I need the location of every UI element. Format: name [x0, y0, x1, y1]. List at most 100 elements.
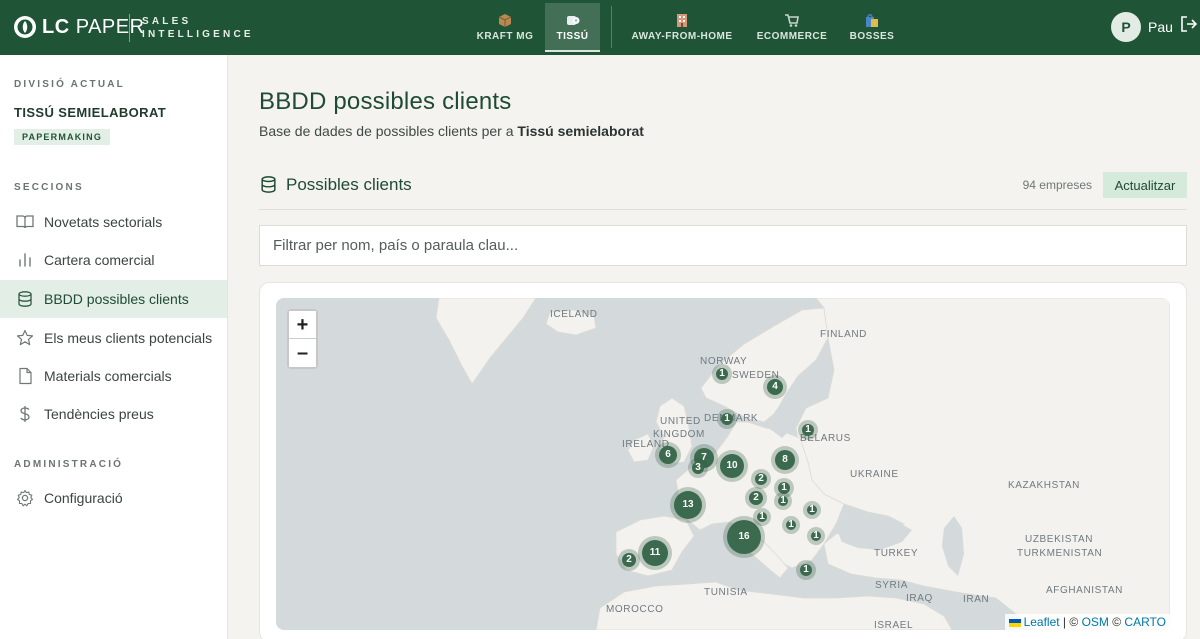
cluster-marker[interactable]: 1 [717, 409, 737, 429]
map-label: MOROCCO [606, 604, 664, 615]
cluster-count: 16 [727, 520, 761, 554]
sidebar-item-configuracio[interactable]: Configuració [0, 479, 227, 517]
map-label: TURKMENISTAN [1017, 548, 1103, 559]
nav-divider [611, 6, 612, 48]
map-label: IRAN [963, 594, 990, 605]
division-tag: PAPERMAKING [14, 129, 111, 145]
company-count: 94 empreses [1022, 178, 1092, 192]
nav-ecommerce[interactable]: ECOMMERCE [750, 3, 834, 52]
cluster-count: 1 [757, 512, 767, 522]
sidebar-item-bbdd[interactable]: BBDD possibles clients [0, 280, 227, 318]
avatar[interactable]: P [1111, 12, 1141, 42]
map-label: UKRAINE [850, 469, 899, 480]
map-label: UZBEKISTAN [1025, 534, 1094, 545]
cluster-count: 8 [775, 450, 795, 470]
user-name: Pau [1148, 19, 1173, 35]
nav-away-from-home[interactable]: AWAY-FROM-HOME [622, 3, 742, 52]
map-label: ISRAEL [874, 620, 914, 630]
box-icon [498, 14, 512, 27]
map-label: TURKEY [874, 548, 919, 559]
map-label: SYRIA [875, 580, 909, 591]
cluster-marker[interactable]: 1 [774, 492, 792, 510]
zoom-control: + – [287, 309, 318, 369]
division-name: TISSÚ SEMIELABORAT [14, 105, 167, 120]
shopping-cart-icon [785, 14, 799, 27]
filter-input[interactable] [259, 225, 1187, 266]
dollar-icon [20, 406, 30, 422]
cluster-count: 1 [721, 413, 733, 425]
top-bar: LC PAPER SALES INTELLIGENCE KRAFT MG TIS… [0, 0, 1200, 55]
cluster-marker[interactable]: 1 [803, 501, 821, 519]
cluster-marker[interactable]: 1 [798, 420, 818, 440]
cluster-marker[interactable]: 1 [807, 527, 825, 545]
cluster-count: 6 [659, 446, 677, 464]
cluster-marker[interactable]: 3 [688, 458, 708, 478]
brand-logo[interactable]: LC PAPER [13, 15, 145, 39]
cluster-count: 1 [811, 531, 821, 541]
division-caption: DIVISIÓ ACTUAL [14, 79, 125, 90]
logo-divider [129, 14, 130, 42]
cluster-count: 10 [720, 454, 744, 478]
gear-icon [16, 489, 34, 507]
sidebar-item-novetats[interactable]: Novetats sectorials [0, 203, 227, 241]
zoom-out-button[interactable]: – [289, 339, 316, 367]
cluster-marker[interactable]: 4 [763, 375, 787, 399]
logout-icon[interactable] [1180, 15, 1198, 33]
map-label: IRAQ [906, 593, 933, 604]
page-title: BBDD possibles clients [259, 88, 512, 115]
map-label: UNITED [660, 416, 701, 427]
cluster-count: 1 [716, 368, 728, 380]
refresh-button[interactable]: Actualitzar [1103, 172, 1187, 198]
cluster-count: 1 [786, 520, 796, 530]
file-icon [19, 367, 32, 385]
cluster-marker[interactable]: 13 [670, 487, 706, 523]
page-subtitle: Base de dades de possibles clients per a… [259, 123, 644, 139]
nav-tissu[interactable]: TISSÚ [545, 3, 600, 52]
clients-map[interactable]: + – ICELAND FINLAND NORWAY SWEDEN UNITED KING… [276, 298, 1170, 630]
leaflet-link[interactable]: Leaflet [1024, 615, 1060, 629]
carto-link[interactable]: CARTO [1124, 615, 1166, 629]
nav-bosses[interactable]: BOSSES [843, 3, 901, 52]
cluster-count: 2 [749, 491, 763, 505]
cluster-marker[interactable]: 1 [796, 560, 816, 580]
cluster-marker[interactable]: 2 [745, 487, 767, 509]
admin-caption: ADMINISTRACIÓ [14, 459, 124, 470]
cluster-marker[interactable]: 1 [712, 364, 732, 384]
bar-chart-icon [19, 253, 31, 267]
cluster-marker[interactable]: 6 [655, 442, 681, 468]
shopping-bag-icon [866, 14, 878, 27]
cluster-count: 13 [674, 491, 702, 519]
cluster-marker[interactable]: 16 [723, 516, 765, 558]
map-card: + – ICELAND FINLAND NORWAY SWEDEN UNITED KING… [259, 282, 1187, 639]
nav-kraft-mg[interactable]: KRAFT MG [468, 3, 542, 52]
database-icon [261, 176, 276, 193]
cluster-marker[interactable]: 2 [751, 469, 771, 489]
cluster-marker[interactable]: 10 [716, 450, 748, 482]
map-label: ICELAND [550, 309, 598, 320]
toilet-roll-icon [566, 16, 579, 25]
sections-caption: SECCIONS [14, 182, 84, 193]
building-icon [677, 14, 687, 27]
cluster-count: 1 [778, 496, 788, 506]
sidebar-item-clients-potencials[interactable]: Els meus clients potencials [0, 319, 227, 357]
cluster-count: 3 [692, 462, 704, 474]
sidebar-item-tendencies[interactable]: Tendències preus [0, 395, 227, 433]
zoom-in-button[interactable]: + [289, 311, 316, 339]
sidebar-item-cartera[interactable]: Cartera comercial [0, 241, 227, 279]
cluster-marker[interactable]: 8 [771, 446, 799, 474]
sidebar: DIVISIÓ ACTUAL TISSÚ SEMIELABORAT PAPERM… [0, 55, 228, 639]
cluster-count: 1 [802, 424, 814, 436]
cluster-marker[interactable]: 1 [782, 516, 800, 534]
osm-link[interactable]: OSM [1082, 615, 1109, 629]
cluster-count: 2 [755, 473, 767, 485]
map-attribution: Leaflet | © OSM © CARTO [1004, 614, 1170, 630]
map-label: FINLAND [820, 329, 867, 340]
leaf-badge-icon [14, 16, 36, 38]
map-label: TUNISIA [704, 587, 748, 598]
cluster-marker[interactable]: 2 [618, 549, 640, 571]
sidebar-item-materials[interactable]: Materials comercials [0, 357, 227, 395]
cluster-count: 2 [622, 553, 636, 567]
cluster-marker[interactable]: 11 [638, 536, 672, 570]
database-icon [18, 291, 32, 307]
book-icon [16, 215, 34, 229]
